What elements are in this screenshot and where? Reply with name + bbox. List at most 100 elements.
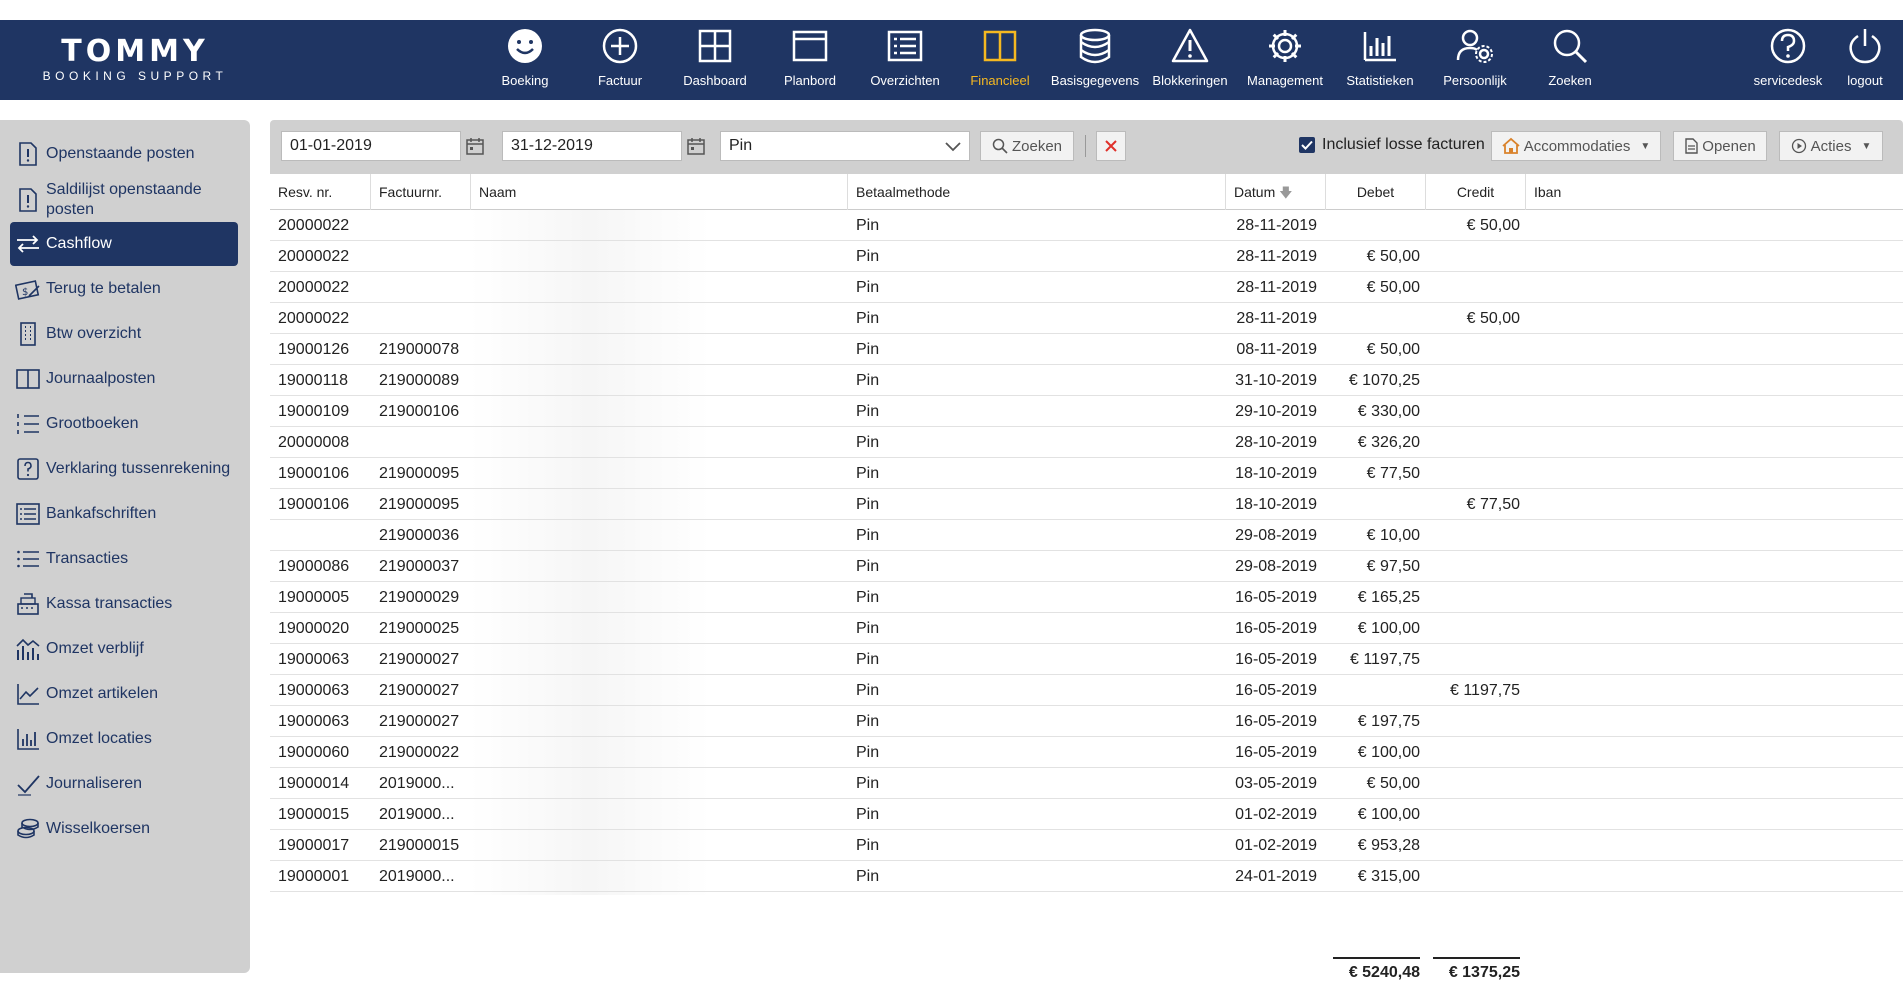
table-row[interactable]: 19000118 219000089 Pin 31-10-2019 € 1070,25 — [270, 365, 1903, 396]
table-row[interactable]: 19000063 219000027 Pin 16-05-2019 € 197,75 — [270, 706, 1903, 737]
cell-invoice: 219000036 — [379, 527, 460, 544]
nav-item-blokkeringen[interactable]: Blokkeringen — [1144, 20, 1236, 100]
table-row[interactable]: 19000126 219000078 Pin 08-11-2019 € 50,00 — [270, 334, 1903, 365]
table-row[interactable]: 19000005 219000029 Pin 16-05-2019 € 165,25 — [270, 582, 1903, 613]
table-row[interactable]: 219000036 Pin 29-08-2019 € 10,00 — [270, 520, 1903, 551]
calendar-icon[interactable] — [683, 131, 709, 161]
sidebar-item-grootboeken[interactable]: Grootboeken — [10, 402, 238, 446]
sidebar-item-label: Journaliseren — [46, 775, 143, 792]
clear-filter-button[interactable] — [1096, 131, 1126, 161]
sidebar-item-label: Saldilijst openstaande posten — [46, 181, 202, 218]
sidebar-item-wisselkoersen[interactable]: Wisselkoersen — [10, 807, 238, 851]
sidebar-item-journaliseren[interactable]: Journaliseren — [10, 762, 238, 806]
nav-item-planbord[interactable]: Planbord — [764, 20, 856, 100]
sidebar-item-label: Openstaande posten — [46, 145, 195, 162]
table-row[interactable]: 19000014 2019000... Pin 03-05-2019 € 50,00 — [270, 768, 1903, 799]
table-row[interactable]: 19000015 2019000... Pin 01-02-2019 € 100,00 — [270, 799, 1903, 830]
sidebar-item-kassa-transacties[interactable]: Kassa transacties — [10, 582, 238, 626]
cell-resv: 19000014 — [278, 775, 350, 792]
table-row[interactable]: 20000022 Pin 28-11-2019 € 50,00 — [270, 303, 1903, 334]
sidebar-item-omzet-locaties[interactable]: Omzet locaties — [10, 717, 238, 761]
toolbar-divider — [1085, 135, 1086, 157]
cell-resv: 19000106 — [278, 465, 350, 482]
table-row[interactable]: 19000109 219000106 Pin 29-10-2019 € 330,00 — [270, 396, 1903, 427]
top-navigation-bar: TOMMY BOOKING SUPPORT Boeking Factuur Da… — [0, 20, 1903, 100]
table-row[interactable]: 20000022 Pin 28-11-2019 € 50,00 — [270, 210, 1903, 241]
cell-resv: 19000020 — [278, 620, 350, 637]
column-header-credit[interactable]: Credit — [1426, 174, 1526, 210]
sidebar-item-cashflow[interactable]: Cashflow — [10, 222, 238, 266]
nav-item-logout[interactable]: logout — [1830, 20, 1900, 100]
table-row[interactable]: 20000008 Pin 28-10-2019 € 326,20 — [270, 427, 1903, 458]
chevron-down-icon — [943, 136, 963, 166]
column-header-name[interactable]: Naam — [471, 174, 848, 210]
search-button[interactable]: Zoeken — [980, 131, 1074, 161]
cell-credit: € 1197,75 — [1450, 682, 1520, 699]
sidebar-item-label: Omzet locaties — [46, 730, 152, 747]
table-row[interactable]: 19000020 219000025 Pin 16-05-2019 € 100,00 — [270, 613, 1903, 644]
check-icon — [14, 770, 42, 798]
nav-item-dashboard[interactable]: Dashboard — [669, 20, 761, 100]
cell-method: Pin — [856, 744, 880, 761]
cell-method: Pin — [856, 341, 880, 358]
sidebar-item-transacties[interactable]: Transacties — [10, 537, 238, 581]
sidebar-item-omzet-verblijf[interactable]: Omzet verblijf — [10, 627, 238, 671]
sidebar-item-journaalposten[interactable]: Journaalposten — [10, 357, 238, 401]
sidebar-item-verklaring-tussenrekening[interactable]: Verklaring tussenrekening — [10, 447, 238, 491]
include-loose-invoices-checkbox[interactable] — [1299, 137, 1315, 153]
sidebar-item-label: Wisselkoersen — [46, 820, 151, 837]
actions-dropdown[interactable]: Acties ▼ — [1779, 131, 1883, 161]
table-row[interactable]: 19000017 219000015 Pin 01-02-2019 € 953,28 — [270, 830, 1903, 861]
table-row[interactable]: 20000022 Pin 28-11-2019 € 50,00 — [270, 272, 1903, 303]
nav-item-basisgegevens[interactable]: Basisgegevens — [1049, 20, 1141, 100]
accommodations-dropdown[interactable]: Accommodaties ▼ — [1491, 131, 1661, 161]
column-header-resv[interactable]: Resv. nr. — [270, 174, 371, 210]
column-header-iban[interactable]: Iban — [1526, 174, 1903, 210]
cell-date: 16-05-2019 — [1235, 620, 1317, 637]
cell-invoice: 219000078 — [379, 341, 460, 358]
table-row[interactable]: 20000022 Pin 28-11-2019 € 50,00 — [270, 241, 1903, 272]
brand-logo[interactable]: TOMMY BOOKING SUPPORT — [30, 37, 240, 85]
cell-method: Pin — [856, 558, 880, 575]
date-from-input[interactable]: 01-01-2019 — [281, 131, 461, 161]
cell-credit — [1426, 768, 1520, 799]
include-loose-invoices-label[interactable]: Inclusief losse facturen — [1322, 136, 1485, 154]
nav-item-zoeken[interactable]: Zoeken — [1524, 20, 1616, 100]
nav-item-statistieken[interactable]: Statistieken — [1334, 20, 1426, 100]
sidebar-item-bankafschriften[interactable]: Bankafschriften — [10, 492, 238, 536]
cell-debit: € 50,00 — [1366, 279, 1420, 296]
cell-method: Pin — [856, 806, 880, 823]
table-row[interactable]: 19000063 219000027 Pin 16-05-2019 € 1197,75 — [270, 675, 1903, 706]
table-row[interactable]: 19000001 2019000... Pin 24-01-2019 € 315,00 — [270, 861, 1903, 892]
cell-date: 16-05-2019 — [1235, 651, 1317, 668]
column-header-date[interactable]: Datum 🡇 — [1226, 174, 1326, 210]
search-button-label: Zoeken — [1011, 137, 1063, 155]
table-row[interactable]: 19000106 219000095 Pin 18-10-2019 € 77,50 — [270, 458, 1903, 489]
sidebar-item-btw-overzicht[interactable]: Btw overzicht — [10, 312, 238, 356]
nav-item-factuur[interactable]: Factuur — [574, 20, 666, 100]
column-header-invoice[interactable]: Factuurnr. — [371, 174, 471, 210]
sidebar-item-openstaande-posten[interactable]: Openstaande posten — [10, 132, 238, 176]
date-to-input[interactable]: 31-12-2019 — [502, 131, 682, 161]
nav-item-boeking[interactable]: Boeking — [479, 20, 571, 100]
nav-item-persoonlijk[interactable]: Persoonlijk — [1429, 20, 1521, 100]
payment-method-select[interactable]: Pin — [720, 131, 970, 161]
sidebar-item-omzet-artikelen[interactable]: Omzet artikelen — [10, 672, 238, 716]
cell-credit — [1426, 861, 1520, 892]
cell-method: Pin — [856, 589, 880, 606]
table-row[interactable]: 19000106 219000095 Pin 18-10-2019 € 77,50 — [270, 489, 1903, 520]
column-header-method[interactable]: Betaalmethode — [848, 174, 1226, 210]
open-button[interactable]: Openen — [1673, 131, 1767, 161]
nav-item-servicedesk[interactable]: servicedesk — [1742, 20, 1834, 100]
nav-item-overzichten[interactable]: Overzichten — [859, 20, 951, 100]
cell-invoice: 219000025 — [379, 620, 460, 637]
sidebar-item-saldilijst[interactable]: Saldilijst openstaande posten — [10, 176, 238, 224]
table-row[interactable]: 19000063 219000027 Pin 16-05-2019 € 1197,75 — [270, 644, 1903, 675]
sidebar-item-terug-te-betalen[interactable]: $ Terug te betalen — [10, 267, 238, 311]
table-row[interactable]: 19000086 219000037 Pin 29-08-2019 € 97,50 — [270, 551, 1903, 582]
calendar-icon[interactable] — [462, 131, 488, 161]
nav-item-financieel[interactable]: Financieel — [954, 20, 1046, 100]
table-row[interactable]: 19000060 219000022 Pin 16-05-2019 € 100,00 — [270, 737, 1903, 768]
nav-item-management[interactable]: Management — [1239, 20, 1331, 100]
column-header-debit[interactable]: Debet — [1326, 174, 1426, 210]
